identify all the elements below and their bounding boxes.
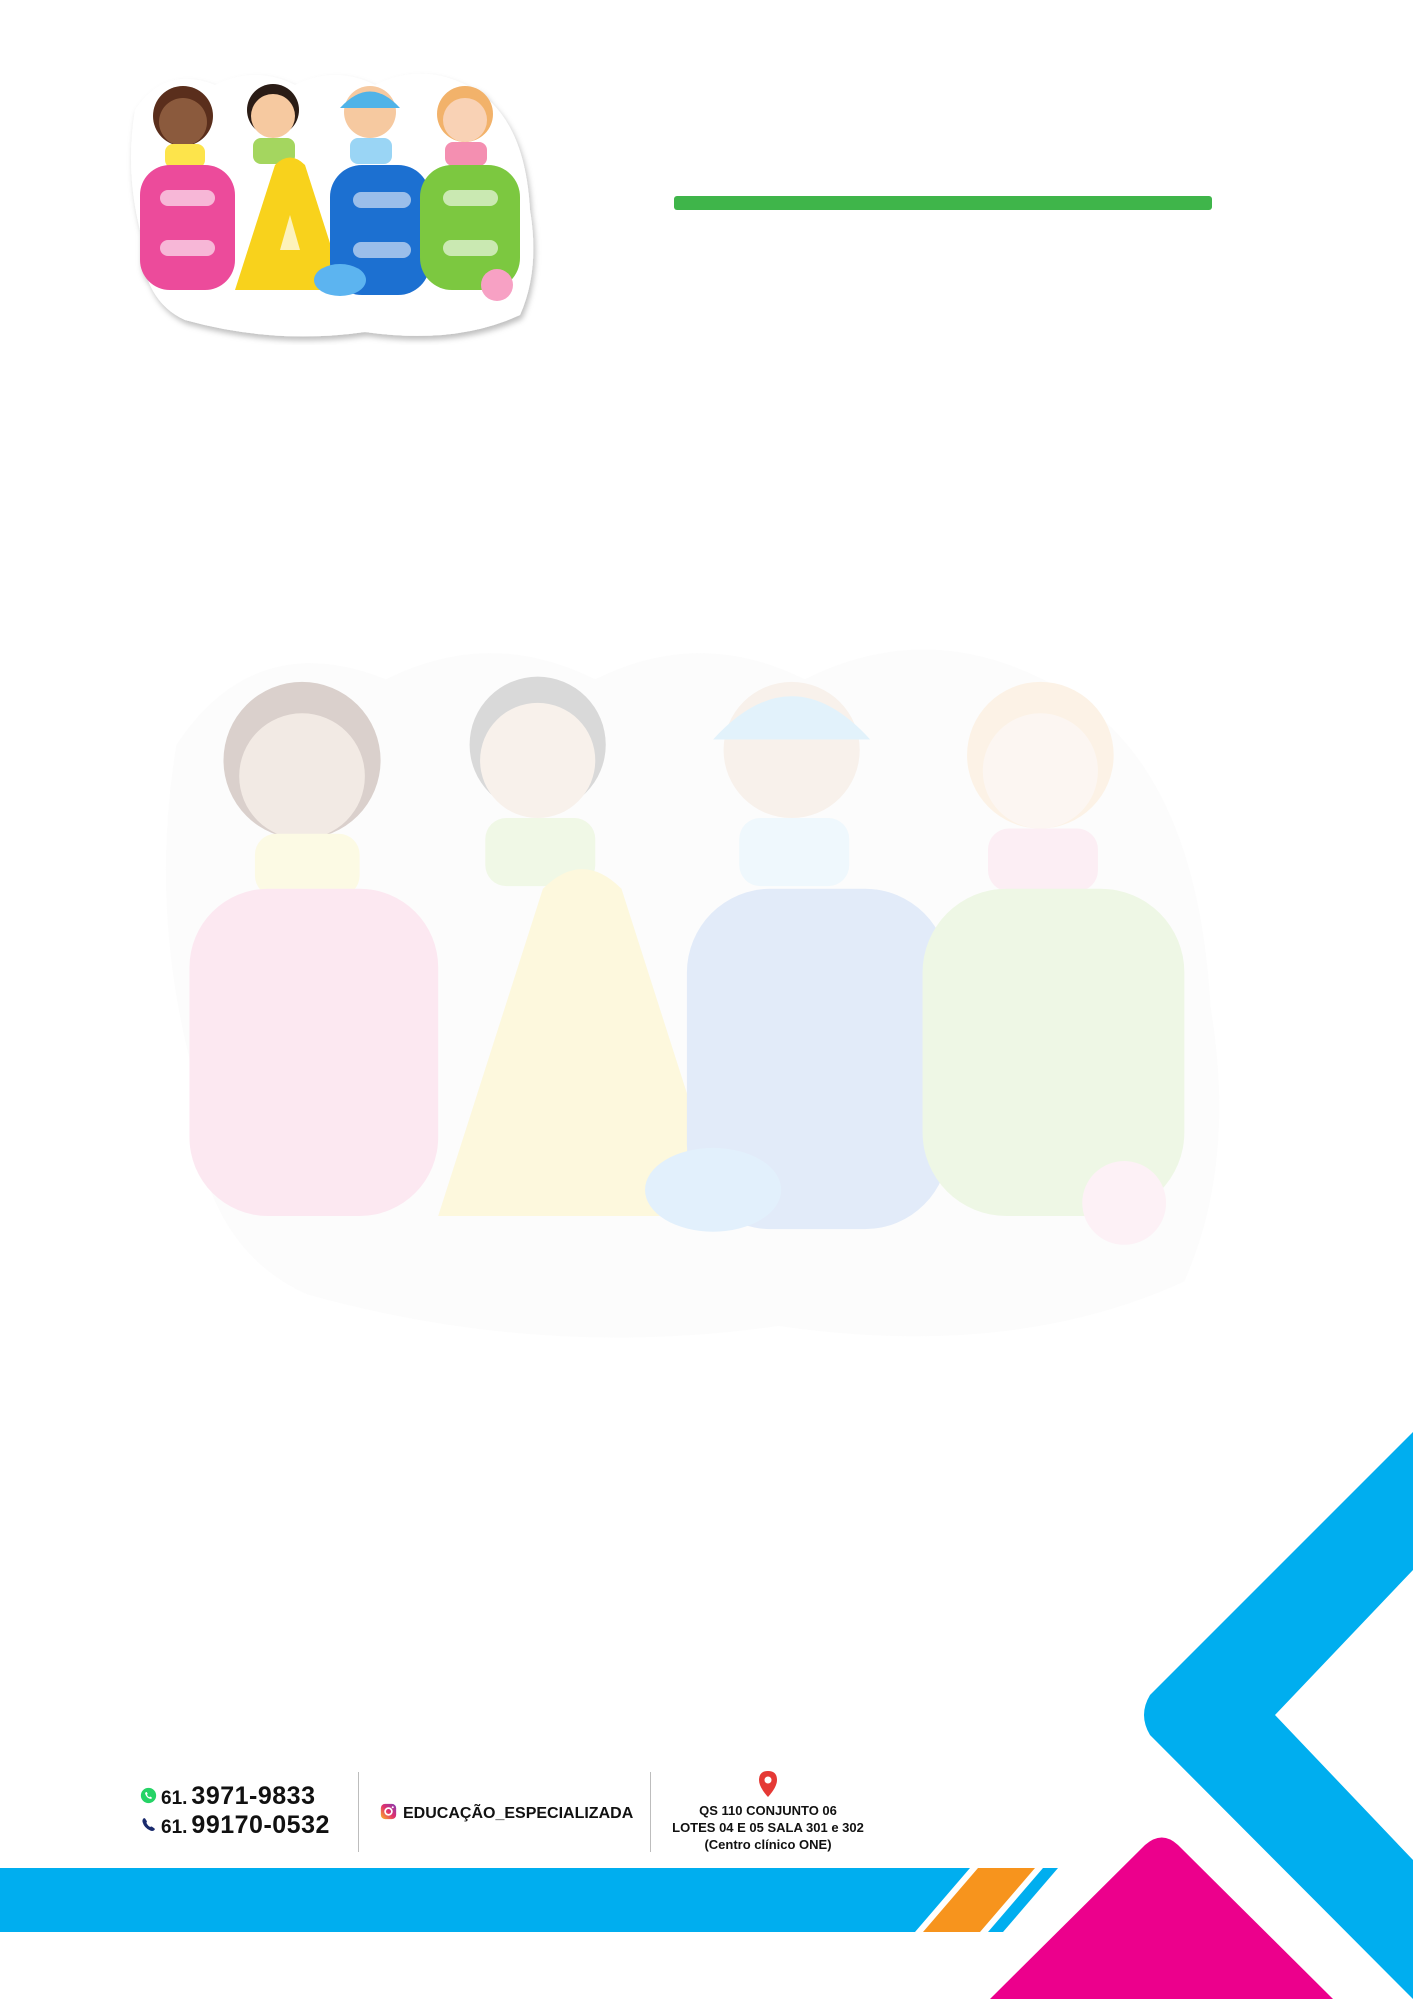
whatsapp-row[interactable]: 61. 3971-9833 <box>140 1782 330 1811</box>
children-logo-watermark-icon <box>165 649 1220 1338</box>
magenta-triangle <box>990 1837 1333 1999</box>
whatsapp-number: 3971-9833 <box>191 1782 316 1810</box>
watermark-logo <box>165 649 1220 1338</box>
phone-row[interactable]: 61. 99170-0532 <box>140 1811 330 1840</box>
right-blue-chevron <box>1144 1432 1413 1999</box>
footer-blue-stripe <box>988 1868 1058 1932</box>
contact-phones: 61. 3971-9833 61. 99170-0532 <box>140 1782 330 1840</box>
phone-icon <box>140 1816 157 1838</box>
instagram-icon <box>380 1803 397 1825</box>
whatsapp-icon <box>140 1787 157 1809</box>
instagram-link[interactable]: EDUCAÇÃO_ESPECIALIZADA <box>380 1803 633 1825</box>
footer-orange-stripe <box>923 1868 1035 1932</box>
whatsapp-prefix: 61. <box>161 1788 188 1809</box>
address-line-1: QS 110 CONJUNTO 06 <box>699 1803 837 1818</box>
header-green-rule <box>674 196 1212 210</box>
footer-divider-1 <box>358 1772 359 1852</box>
address-block: QS 110 CONJUNTO 06 LOTES 04 E 05 SALA 30… <box>653 1770 883 1853</box>
footer-divider-2 <box>650 1772 651 1852</box>
location-pin-icon <box>653 1770 883 1802</box>
phone-prefix: 61. <box>161 1817 188 1838</box>
address-line-2: LOTES 04 E 05 SALA 301 e 302 <box>672 1820 864 1835</box>
instagram-handle: EDUCAÇÃO_ESPECIALIZADA <box>403 1805 634 1822</box>
footer-blue-band <box>0 1868 970 1932</box>
children-icon <box>131 73 534 337</box>
eaee-logo <box>131 73 534 337</box>
address-line-3: (Centro clínico ONE) <box>704 1837 832 1852</box>
phone-number: 99170-0532 <box>191 1811 330 1839</box>
